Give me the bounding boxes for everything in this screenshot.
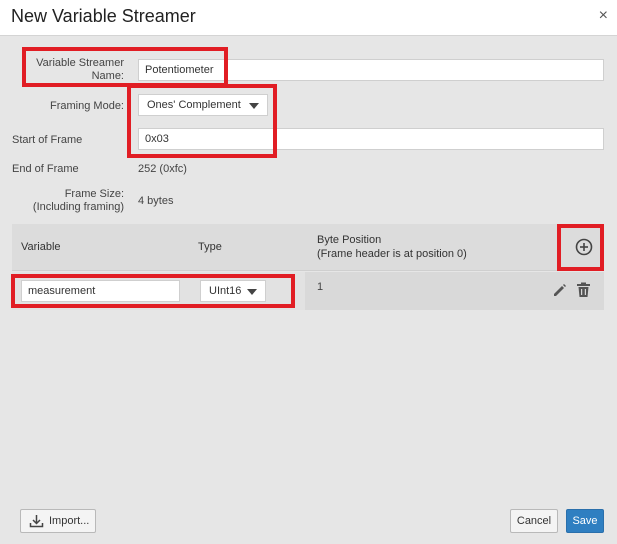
end-of-frame-value: 252 (0xfc) (138, 163, 187, 175)
save-button[interactable]: Save (566, 509, 604, 533)
column-header-variable: Variable (21, 241, 61, 253)
new-variable-streamer-dialog: New Variable Streamer × Variable Streame… (0, 0, 617, 544)
byte-position-value: 1 (317, 281, 324, 293)
framing-mode-label: Framing Mode: (50, 100, 124, 112)
table-header: Variable Type Byte Position (Frame heade… (12, 224, 604, 271)
byte-position-header-line1: Byte Position (317, 234, 382, 246)
framing-mode-select[interactable]: Ones' Complement (138, 94, 268, 116)
byte-position-header-line2: (Frame header is at position 0) (317, 248, 467, 260)
column-header-type: Type (198, 241, 222, 253)
frame-size-label-line2: (Including framing) (32, 201, 124, 213)
frame-size-value: 4 bytes (138, 195, 174, 207)
frame-size-label: Frame Size: (Including framing) (14, 188, 124, 214)
end-of-frame-label: End of Frame (12, 163, 79, 175)
close-icon[interactable]: × (599, 7, 608, 25)
frame-size-label-line1: Frame Size: (64, 188, 124, 200)
add-circle-icon[interactable] (575, 238, 593, 256)
trash-icon[interactable] (576, 282, 591, 298)
variable-type-value: UInt16 (209, 285, 242, 297)
framing-mode-value: Ones' Complement (147, 99, 241, 111)
chevron-down-icon (249, 103, 259, 109)
download-icon (29, 515, 44, 528)
table-row: measurement UInt16 1 (12, 272, 604, 310)
chevron-down-icon (247, 289, 257, 295)
dialog-titlebar: New Variable Streamer × (0, 0, 617, 36)
name-label: Variable Streamer Name: (36, 57, 124, 82)
variable-type-select[interactable]: UInt16 (200, 280, 266, 302)
import-button[interactable]: Import... (20, 509, 96, 533)
pencil-icon[interactable] (552, 283, 567, 298)
dialog-title: New Variable Streamer (11, 6, 196, 26)
name-input[interactable]: Potentiometer (138, 59, 604, 81)
cancel-button[interactable]: Cancel (510, 509, 558, 533)
import-label: Import... (49, 515, 90, 527)
variable-name-input[interactable]: measurement (21, 280, 180, 302)
column-header-byte-position: Byte Position (Frame header is at positi… (317, 233, 467, 261)
start-of-frame-label: Start of Frame (12, 134, 83, 146)
start-of-frame-input[interactable]: 0x03 (138, 128, 604, 150)
